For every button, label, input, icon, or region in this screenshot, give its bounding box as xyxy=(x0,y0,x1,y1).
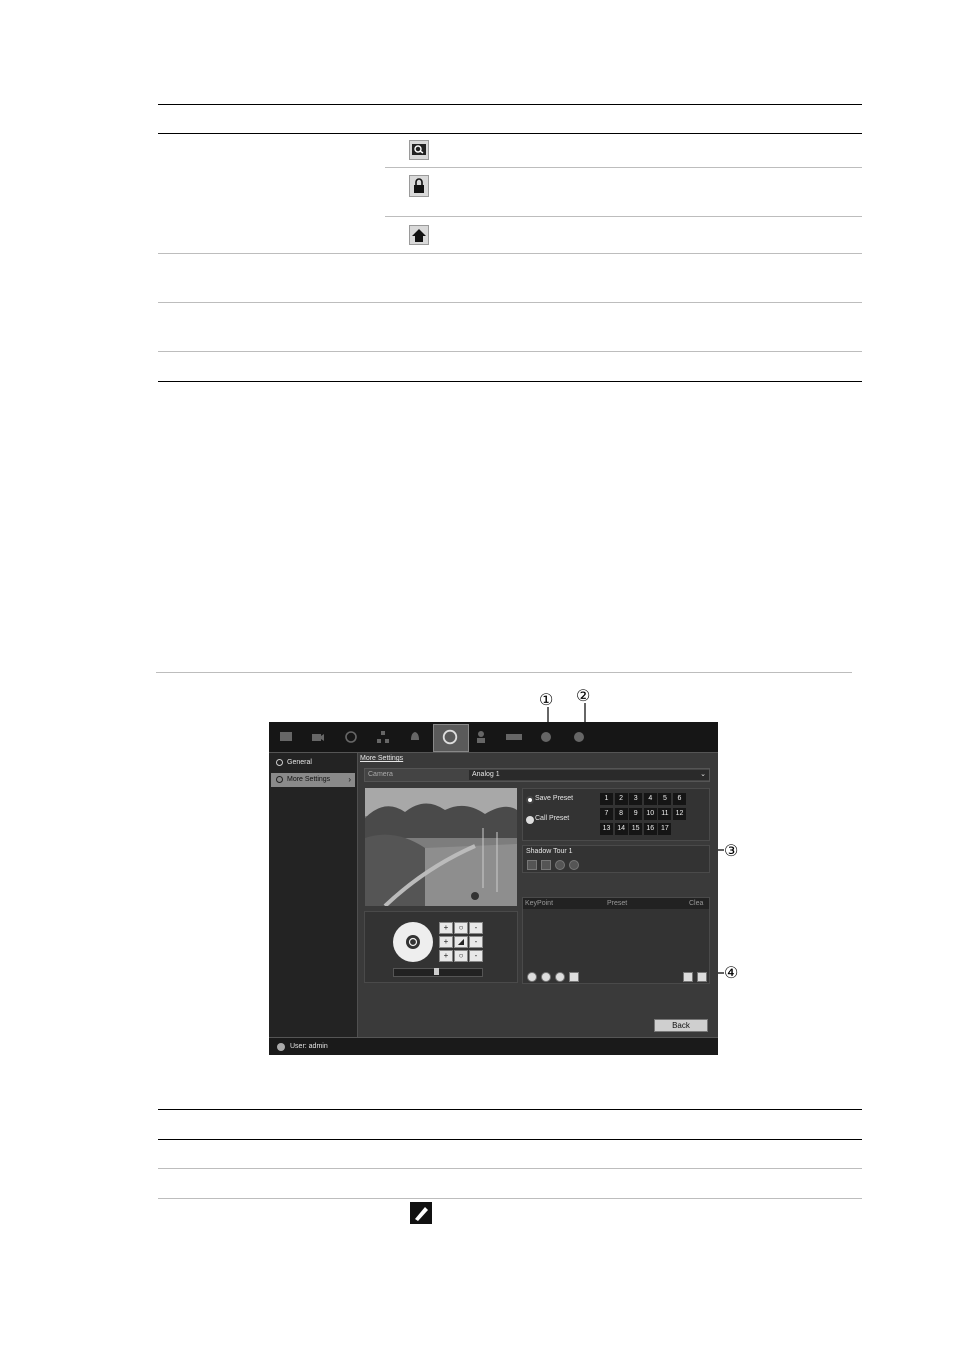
preset-number-button[interactable]: 9 xyxy=(629,808,643,820)
delete-icon[interactable] xyxy=(569,972,579,982)
preset-number-button[interactable]: 7 xyxy=(600,808,613,820)
preset-number-button[interactable]: 11 xyxy=(658,808,672,820)
play-icon[interactable] xyxy=(555,860,565,870)
display-icon[interactable] xyxy=(279,730,293,744)
chevron-down-icon: ⌄ xyxy=(700,771,706,778)
preset-number-button[interactable]: 5 xyxy=(658,793,672,805)
ptz-direction-pad[interactable] xyxy=(391,920,435,964)
call-preset-label: Call Preset xyxy=(535,815,570,822)
preset-number-button[interactable]: 6 xyxy=(673,793,686,805)
system-icon[interactable] xyxy=(539,730,553,744)
gear-icon xyxy=(276,759,283,766)
column-header: KeyPoint xyxy=(525,900,554,907)
alarm-icon[interactable] xyxy=(408,730,422,744)
iris-minus-button[interactable]: - xyxy=(469,950,483,962)
chevron-right-icon: › xyxy=(348,775,351,784)
device-icon[interactable] xyxy=(505,730,523,744)
zoom-minus-button[interactable]: - xyxy=(469,922,483,934)
move-up-icon[interactable] xyxy=(683,972,693,982)
status-bar: User: admin xyxy=(269,1037,718,1055)
preset-number-button[interactable]: 3 xyxy=(629,793,643,805)
sidebar: General More Settings › xyxy=(269,753,358,1037)
back-button-label: Back xyxy=(672,1021,690,1030)
focus-minus-button[interactable]: - xyxy=(469,936,483,948)
add-icon[interactable] xyxy=(527,972,537,982)
preset-number-button[interactable]: 1 xyxy=(600,793,613,805)
user-label: User: admin xyxy=(290,1043,328,1050)
save-preset-radio[interactable] xyxy=(526,796,534,804)
stop-icon[interactable] xyxy=(555,972,565,982)
save-icon[interactable] xyxy=(541,860,551,870)
play-icon[interactable] xyxy=(541,972,551,982)
edit-icon[interactable] xyxy=(527,860,537,870)
user-icon xyxy=(277,1043,285,1051)
ptz-icon[interactable] xyxy=(442,729,458,745)
column-header: Clea xyxy=(689,900,704,907)
help-icon[interactable] xyxy=(572,730,586,744)
column-header: Preset xyxy=(607,900,628,907)
speed-slider[interactable] xyxy=(393,968,483,977)
preset-number-button[interactable]: 10 xyxy=(643,808,657,820)
record-icon[interactable] xyxy=(344,730,358,744)
row-divider xyxy=(158,1168,862,1169)
camera-label: Camera xyxy=(368,771,393,778)
preset-number-button[interactable]: 16 xyxy=(643,823,657,835)
slider-handle[interactable] xyxy=(434,968,439,975)
preset-panel: Save Preset Call Preset 1 2 3 4 5 6 7 8 9 10 11 12 1… xyxy=(522,788,710,841)
sidebar-item-more-settings[interactable]: More Settings › xyxy=(271,773,355,787)
back-button[interactable]: Back xyxy=(654,1019,708,1032)
preset-number-button[interactable]: 4 xyxy=(643,793,657,805)
pen-icon xyxy=(410,1202,432,1224)
top-menu-bar xyxy=(269,722,718,753)
preset-number-button[interactable]: 14 xyxy=(614,823,628,835)
shadow-tour-panel: Shadow Tour 1 xyxy=(522,845,710,873)
preset-number-grid: 1 2 3 4 5 6 7 8 9 10 11 12 13 14 15 16 17 xyxy=(600,793,688,839)
gear-icon xyxy=(276,776,283,783)
tab-more-settings[interactable]: More Settings xyxy=(360,755,403,762)
zoom-plus-button[interactable]: + xyxy=(439,922,453,934)
network-icon[interactable] xyxy=(376,730,390,744)
table-header-rule xyxy=(158,1139,862,1140)
preset-number-button[interactable]: 12 xyxy=(673,808,686,820)
zoom-icon: ○ xyxy=(454,922,468,934)
sidebar-item-label: More Settings xyxy=(287,776,331,783)
ptz-control-panel: + ○ - + ◢ - + ○ - xyxy=(364,911,518,983)
preset-number-button[interactable]: 2 xyxy=(614,793,628,805)
main-panel: More Settings Camera Analog 1 ⌄ + ○ - + … xyxy=(358,753,718,1037)
sidebar-item-label: General xyxy=(287,759,312,766)
move-down-icon[interactable] xyxy=(697,972,707,982)
preset-number-button[interactable]: 15 xyxy=(629,823,643,835)
camera-select[interactable]: Analog 1 ⌄ xyxy=(469,770,709,780)
camera-row: Camera Analog 1 ⌄ xyxy=(364,768,710,782)
preset-number-button[interactable]: 17 xyxy=(658,823,672,835)
iris-plus-button[interactable]: + xyxy=(439,950,453,962)
dvr-screenshot: General More Settings › More Settings Ca… xyxy=(269,722,718,1055)
iris-icon: ○ xyxy=(454,950,468,962)
sidebar-item-general[interactable]: General xyxy=(271,756,355,770)
shadow-tour-label: Shadow Tour 1 xyxy=(526,848,573,855)
camera-preview xyxy=(365,788,517,906)
keypoint-table: KeyPoint Preset Clea xyxy=(522,897,710,984)
camera-icon[interactable] xyxy=(311,730,325,744)
camera-select-value: Analog 1 xyxy=(472,771,500,778)
row-divider xyxy=(158,1198,862,1199)
focus-plus-button[interactable]: + xyxy=(439,936,453,948)
preset-number-button[interactable]: 13 xyxy=(600,823,613,835)
preset-number-button[interactable]: 8 xyxy=(614,808,628,820)
table-top-rule xyxy=(158,1109,862,1110)
stop-icon[interactable] xyxy=(569,860,579,870)
call-preset-radio[interactable] xyxy=(526,816,534,824)
table-header: KeyPoint Preset Clea xyxy=(523,898,709,909)
save-preset-label: Save Preset xyxy=(535,795,574,802)
callout-leaders xyxy=(547,703,724,974)
focus-icon: ◢ xyxy=(454,936,468,948)
user-icon[interactable] xyxy=(474,730,488,744)
